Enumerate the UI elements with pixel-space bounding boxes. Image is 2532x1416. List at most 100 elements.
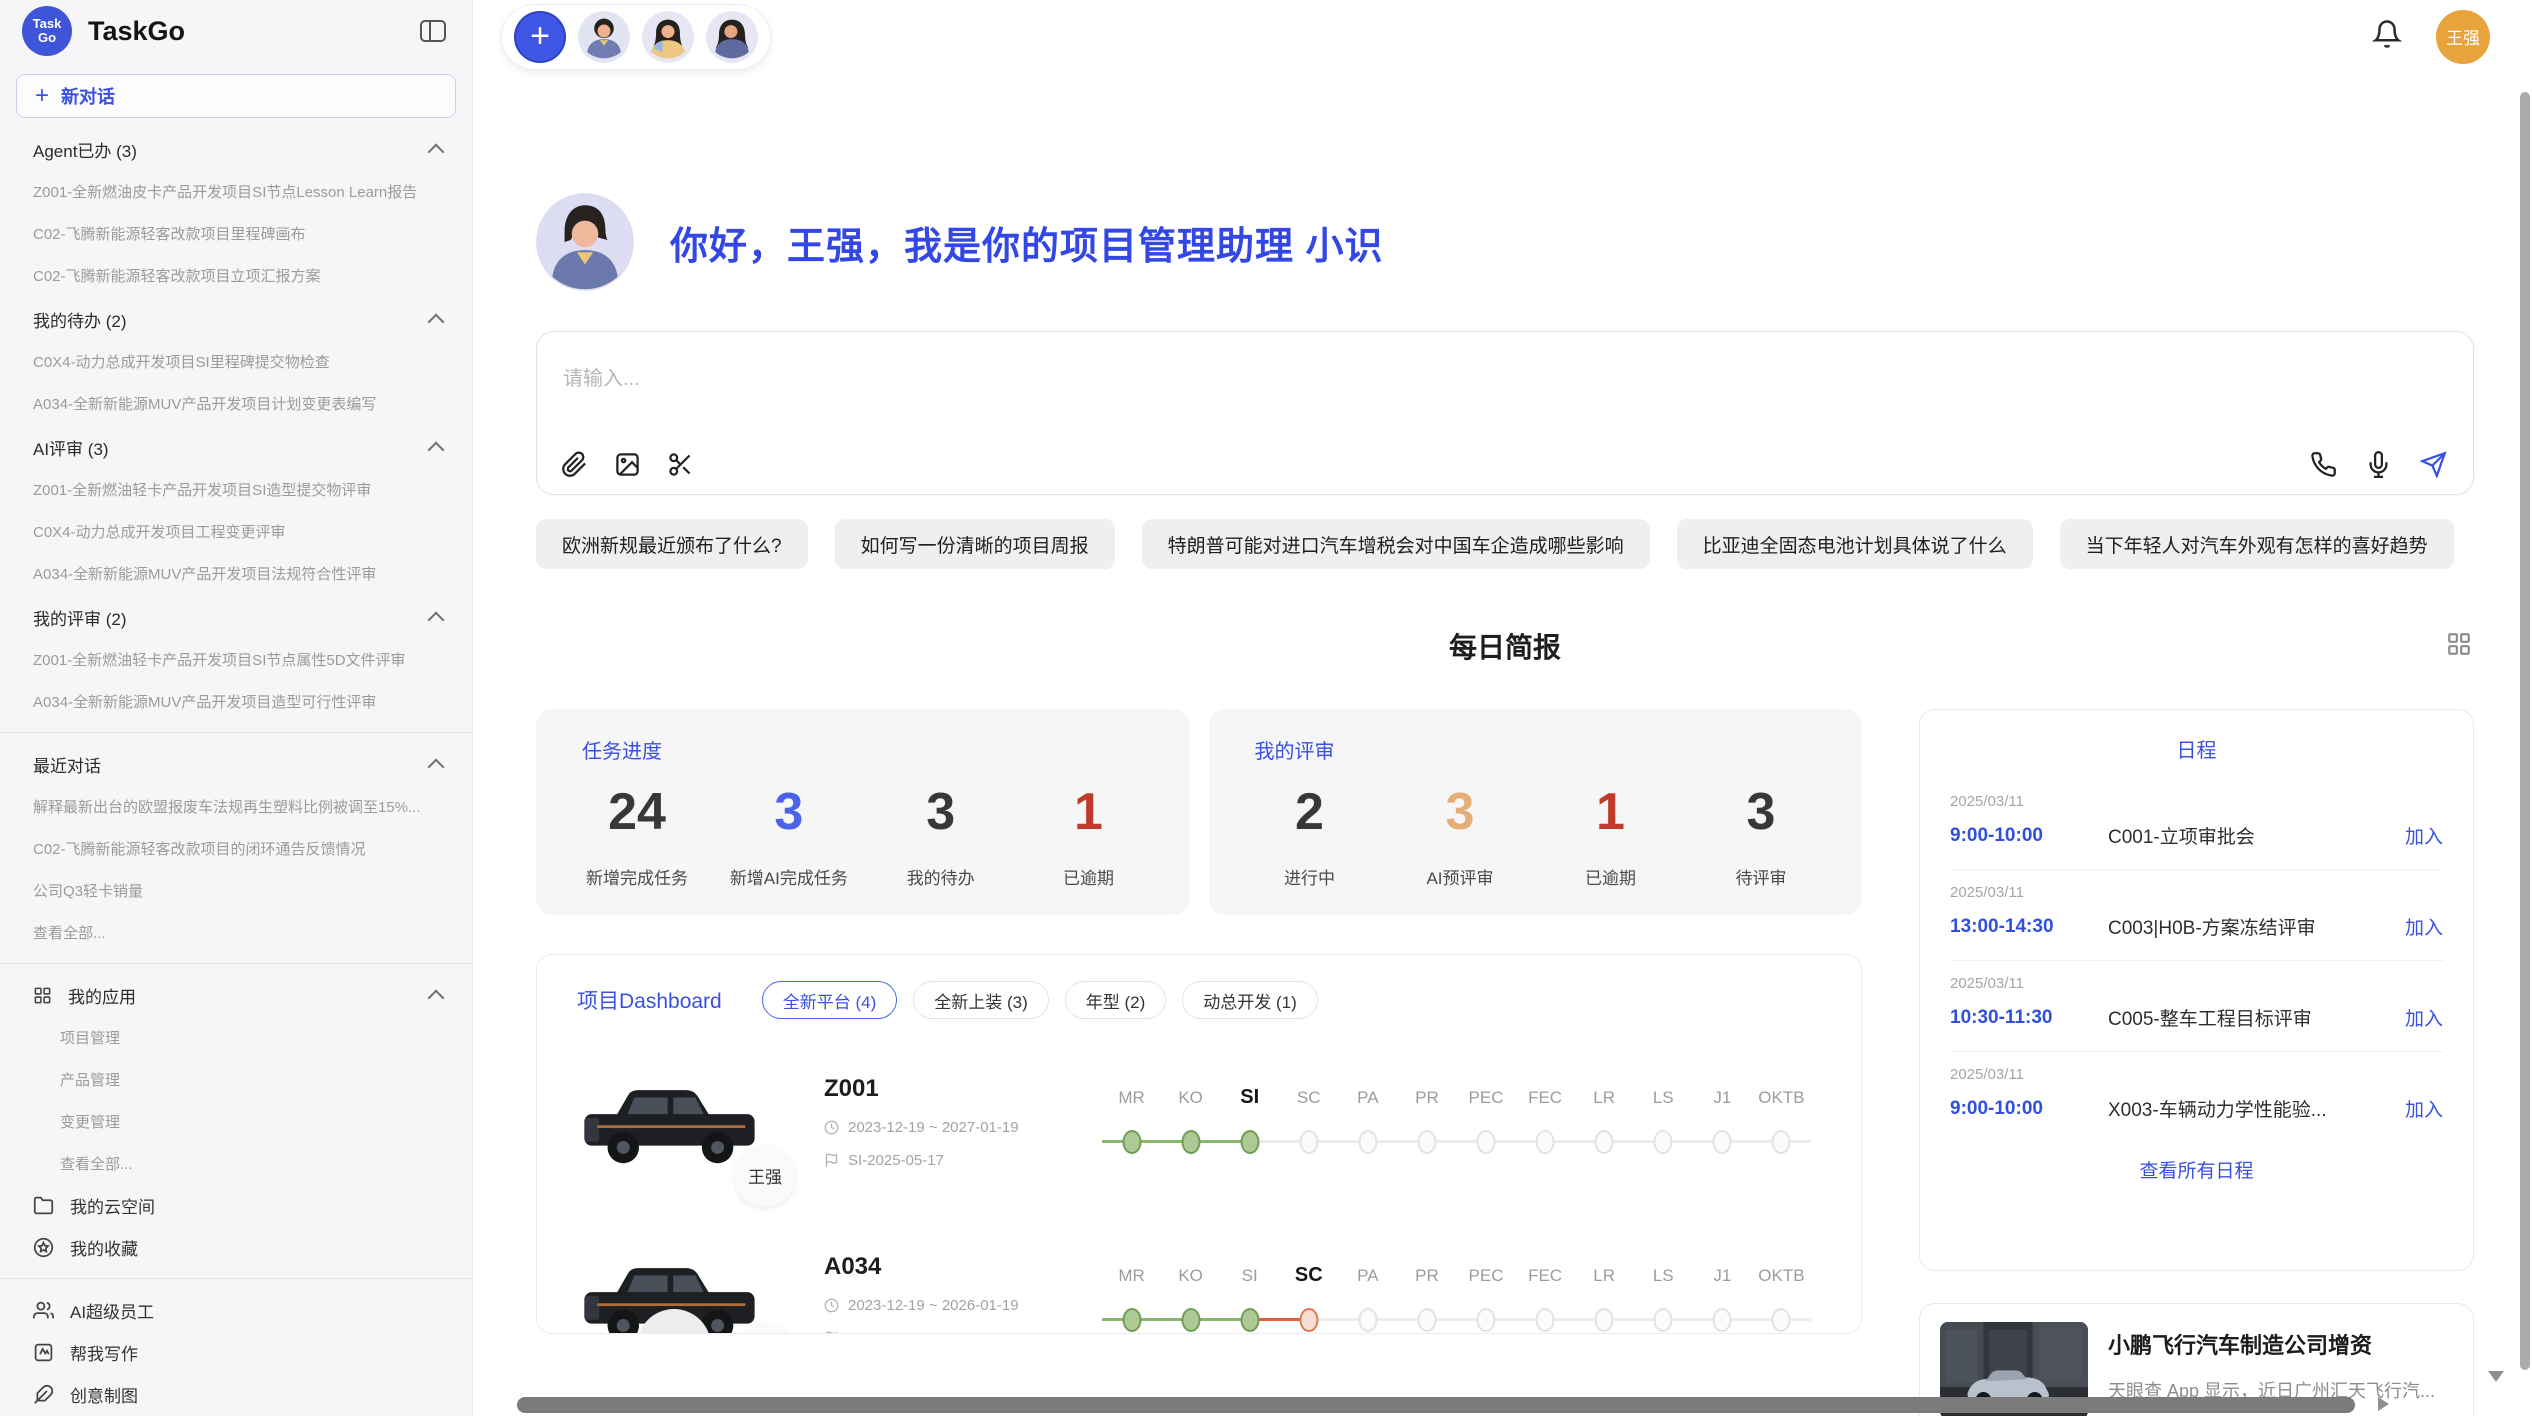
sidebar-item[interactable]: C02-飞腾新能源轻客改款项目里程碑画布	[0, 212, 472, 254]
sidebar-header: Task Go TaskGo	[0, 0, 472, 62]
project-flag-label: SC-2025-05-17	[848, 1330, 951, 1334]
sidebar-group-title[interactable]: 我的待办 (2)	[0, 298, 472, 340]
cloud-space-label: 我的云空间	[70, 1193, 155, 1218]
sidebar-item[interactable]: C02-飞腾新能源轻客改款项目的闭环通告反馈情况	[0, 827, 472, 869]
scroll-right-arrow-icon[interactable]	[2378, 1397, 2389, 1411]
sidebar-group-title[interactable]: Agent已办 (3)	[0, 128, 472, 170]
avatar-illustration	[642, 11, 694, 63]
sidebar-item[interactable]: C0X4-动力总成开发项目SI里程碑提交物检查	[0, 340, 472, 382]
sidebar-item[interactable]: C0X4-动力总成开发项目工程变更评审	[0, 510, 472, 552]
sidebar-item[interactable]: 解释最新出台的欧盟报废车法规再生塑料比例被调至15%...	[0, 785, 472, 827]
sidebar-item-product-mgmt[interactable]: 产品管理	[0, 1058, 472, 1100]
sidebar-item[interactable]: A034-全新新能源MUV产品开发项目计划变更表编写	[0, 382, 472, 424]
sidebar-item-favorites[interactable]: 我的收藏	[0, 1226, 472, 1268]
suggestion-chip[interactable]: 欧洲新规最近颁布了什么?	[536, 519, 808, 569]
milestone-label: FEC	[1516, 1266, 1575, 1286]
horizontal-scrollbar[interactable]	[517, 1397, 2355, 1413]
event-date: 2025/03/11	[1950, 1066, 2443, 1083]
sidebar-item-project-mgmt[interactable]: 项目管理	[0, 1016, 472, 1058]
milestone-dot	[1595, 1308, 1614, 1332]
project-row[interactable]: 王强 Z001 2023-12-19 ~ 2027-01-19 SI-2025-…	[577, 1047, 1821, 1197]
event-join-link[interactable]: 加入	[2405, 1095, 2443, 1122]
sidebar-item-view-all-apps[interactable]: 查看全部...	[0, 1142, 472, 1184]
chevron-up-icon	[428, 989, 445, 1006]
dashboard-tab[interactable]: 全新平台 (4)	[762, 981, 898, 1019]
suggestion-chip[interactable]: 当下年轻人对汽车外观有怎样的喜好趋势	[2060, 519, 2454, 569]
ai-staff-icon	[33, 1300, 54, 1321]
sidebar-item[interactable]: C02-飞腾新能源轻客改款项目立项汇报方案	[0, 254, 472, 296]
project-flag-label: SI-2025-05-17	[848, 1152, 944, 1169]
sidebar-collapse-icon[interactable]	[420, 20, 446, 42]
sidebar-item[interactable]: A034-全新新能源MUV产品开发项目造型可行性评审	[0, 680, 472, 722]
milestone-dot	[1240, 1308, 1259, 1332]
dashboard-tab[interactable]: 动总开发 (1)	[1182, 981, 1318, 1019]
sidebar-item-creative-drawing[interactable]: 创意制图	[0, 1373, 472, 1415]
agent-avatar[interactable]	[706, 11, 758, 63]
milestone-dot	[1595, 1130, 1614, 1154]
milestone-label: SI	[1220, 1086, 1279, 1109]
event-join-link[interactable]: 加入	[2405, 1004, 2443, 1031]
milestone-label: PA	[1338, 1088, 1397, 1108]
chat-input[interactable]	[537, 332, 2473, 418]
view-all-schedule-link[interactable]: 查看所有日程	[1950, 1156, 2443, 1183]
milestone-node	[1516, 1125, 1575, 1159]
image-upload-icon[interactable]	[614, 451, 641, 478]
layout-grid-icon[interactable]	[2446, 631, 2472, 662]
screenshot-scissors-icon[interactable]	[667, 451, 694, 478]
sidebar-item[interactable]: 公司Q3轻卡销量	[0, 869, 472, 911]
milestone-dot	[1122, 1130, 1141, 1154]
suggestion-chip[interactable]: 比亚迪全固态电池计划具体说了什么	[1677, 519, 2033, 569]
sidebar-item-change-mgmt[interactable]: 变更管理	[0, 1100, 472, 1142]
sidebar-group-title[interactable]: AI评审 (3)	[0, 426, 472, 468]
milestone-dot	[1358, 1130, 1377, 1154]
microphone-icon[interactable]	[2365, 451, 2392, 478]
project-dates: 2023-12-19 ~ 2026-01-19	[824, 1297, 1074, 1314]
attachment-icon[interactable]	[561, 451, 588, 478]
notification-bell-icon[interactable]	[2372, 19, 2402, 54]
sidebar-item[interactable]: A034-全新新能源MUV产品开发项目法规符合性评审	[0, 552, 472, 594]
agent-avatar[interactable]	[578, 11, 630, 63]
milestone-node	[1693, 1303, 1752, 1335]
suggestion-chip[interactable]: 如何写一份清晰的项目周报	[835, 519, 1115, 569]
group-title-label: 最近对话	[33, 752, 101, 777]
voice-call-icon[interactable]	[2310, 451, 2337, 478]
sidebar-group-title[interactable]: 我的评审 (2)	[0, 596, 472, 638]
event-join-link[interactable]: 加入	[2405, 913, 2443, 940]
user-avatar[interactable]: 王强	[2436, 10, 2490, 64]
event-join-link[interactable]: 加入	[2405, 822, 2443, 849]
main-lower: 任务进度 24新增完成任务3新增AI完成任务3我的待办1已逾期 我的评审 2进行…	[536, 709, 2474, 1416]
sidebar-item[interactable]: Z001-全新燃油轻卡产品开发项目SI节点属性5D文件评审	[0, 638, 472, 680]
milestone-node	[1102, 1303, 1161, 1335]
stat-label: 已逾期	[1556, 864, 1666, 889]
milestone-label: FEC	[1516, 1088, 1575, 1108]
stat-label: AI预评审	[1405, 864, 1515, 889]
sidebar-item[interactable]: Z001-全新燃油皮卡产品开发项目SI节点Lesson Learn报告	[0, 170, 472, 212]
scroll-down-arrow-icon[interactable]	[2488, 1371, 2504, 1382]
suggestion-chip[interactable]: 特朗普可能对进口汽车增税会对中国车企造成哪些影响	[1142, 519, 1650, 569]
milestone-label: J1	[1693, 1266, 1752, 1286]
sidebar-item-cloud-space[interactable]: 我的云空间	[0, 1184, 472, 1226]
sidebar-item[interactable]: 查看全部...	[0, 911, 472, 953]
creative-drawing-label: 创意制图	[70, 1382, 138, 1407]
milestone-label: SI	[1220, 1266, 1279, 1286]
sidebar-section-my-apps[interactable]: 我的应用	[0, 974, 472, 1016]
sidebar-item[interactable]: Z001-全新燃油轻卡产品开发项目SI造型提交物评审	[0, 468, 472, 510]
milestone-node	[1161, 1125, 1220, 1159]
chevron-up-icon	[428, 758, 445, 775]
add-agent-button[interactable]: +	[514, 11, 566, 63]
send-icon[interactable]	[2420, 451, 2447, 478]
dashboard-tabs: 全新平台 (4) 全新上装 (3) 年型 (2) 动总开发 (1)	[762, 981, 1318, 1019]
project-row[interactable]: 王强 A034 2023-12-19 ~ 2026-01-19 SC-2025-…	[577, 1225, 1821, 1334]
new-chat-button[interactable]: + 新对话	[16, 74, 456, 118]
stat-value: 24	[582, 782, 692, 842]
stat-label: 新增AI完成任务	[730, 864, 848, 889]
stat: 3新增AI完成任务	[730, 782, 848, 889]
sidebar-item-writing-helper[interactable]: 帮我写作	[0, 1331, 472, 1373]
milestone-node	[1279, 1125, 1338, 1159]
dashboard-tab[interactable]: 年型 (2)	[1065, 981, 1167, 1019]
agent-avatar[interactable]	[642, 11, 694, 63]
sidebar-group-title[interactable]: 最近对话	[0, 743, 472, 785]
sidebar-item-ai-staff[interactable]: AI超级员工	[0, 1289, 472, 1331]
dashboard-tab[interactable]: 全新上装 (3)	[913, 981, 1049, 1019]
vertical-scrollbar[interactable]	[2520, 92, 2530, 1370]
